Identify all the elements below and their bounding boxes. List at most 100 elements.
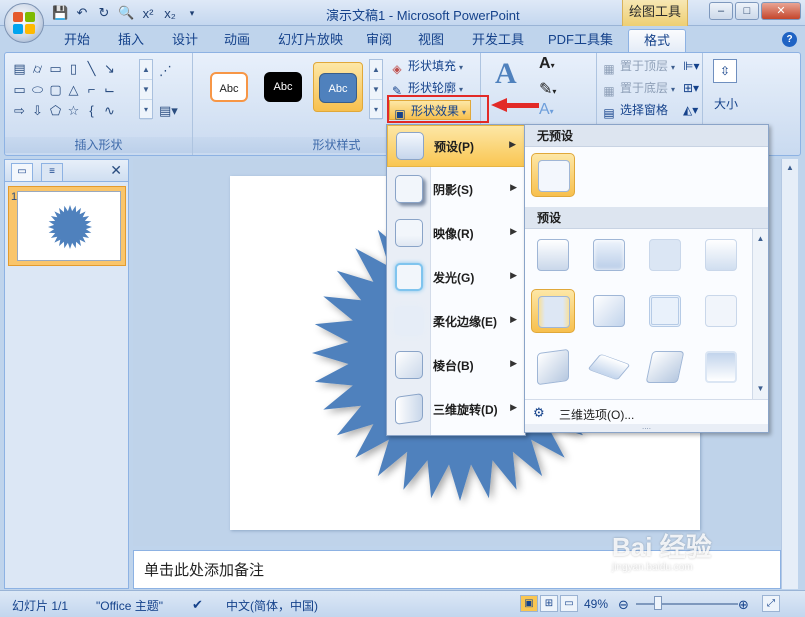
group-icon[interactable]: ⊞▾ — [683, 81, 699, 95]
shapes-scroll[interactable]: ▲ ▼ ▾ — [139, 59, 153, 120]
normal-view-button[interactable]: ▣ — [520, 595, 538, 612]
text-fill-icon[interactable]: A▾ — [539, 55, 555, 73]
star-shape-icon[interactable]: ☆ — [65, 101, 82, 121]
tab-format[interactable]: 格式 — [628, 29, 686, 52]
zoom-out-icon[interactable]: ⊖ — [618, 597, 629, 613]
scroll-down-icon[interactable]: ▼ — [753, 379, 768, 399]
styles-scroll[interactable]: ▲ ▼ ▾ — [369, 59, 383, 120]
style-thumb-blue-selected[interactable]: Abc — [313, 62, 363, 112]
style-thumb-black-fill[interactable]: Abc — [259, 62, 309, 112]
rectangle-shape-icon[interactable]: ▭ — [11, 80, 28, 100]
down-arrow-icon[interactable]: ⇩ — [29, 101, 46, 121]
sorter-view-button[interactable]: ⊞ — [540, 595, 558, 612]
curve-icon[interactable]: ∿ — [101, 101, 118, 121]
preset-option[interactable] — [587, 233, 631, 277]
text-effects-icon[interactable]: A▾ — [539, 101, 554, 119]
preview-icon[interactable]: 🔍 — [118, 5, 134, 21]
subscript-icon[interactable]: x₂ — [162, 6, 178, 21]
bring-to-front-button[interactable]: ▦ 置于顶层 ▾ — [601, 56, 675, 76]
preset-option[interactable] — [643, 289, 687, 333]
tab-view[interactable]: 视图 — [412, 29, 450, 52]
tab-developer[interactable]: 开发工具 — [466, 29, 530, 52]
menu-item-3d-rotation[interactable]: 三维旋转(D) ▶ — [387, 389, 525, 431]
spell-check-icon[interactable]: ✔ — [192, 597, 203, 613]
preset-option[interactable] — [699, 233, 743, 277]
arrow-line-icon[interactable]: ↘ — [101, 59, 118, 79]
wordart-quick-styles-icon[interactable]: A — [495, 57, 517, 91]
preset-option[interactable] — [699, 289, 743, 333]
curved-connector-icon[interactable]: ⌙ — [101, 80, 118, 100]
menu-item-shadow[interactable]: 阴影(S) ▶ — [387, 169, 525, 211]
style-thumb-orange-outline[interactable]: Abc — [205, 62, 255, 112]
resize-grip[interactable]: .... — [525, 423, 768, 432]
elbow-connector-icon[interactable]: ⌐ — [83, 80, 100, 100]
tab-slideshow[interactable]: 幻灯片放映 — [272, 29, 349, 52]
vertical-textbox-icon[interactable]: ▯ — [65, 59, 82, 79]
preset-option[interactable] — [643, 345, 687, 389]
text-outline-icon[interactable]: ✎▾ — [539, 79, 556, 99]
fit-window-button[interactable]: ⤢ — [762, 595, 780, 612]
edit-shape-icon[interactable]: ⋰ — [159, 63, 172, 79]
slide-thumbnail-1[interactable]: 1 — [8, 186, 126, 266]
scroll-track[interactable] — [753, 249, 768, 379]
menu-item-preset[interactable]: 预设(P) ▶ — [387, 125, 525, 167]
rotate-icon[interactable]: ◭▾ — [683, 103, 698, 117]
menu-item-soft-edges[interactable]: 柔化边缘(E) ▶ — [387, 301, 525, 343]
right-arrow-icon[interactable]: ⇨ — [11, 101, 28, 121]
scroll-down-icon[interactable]: ▼ — [140, 80, 152, 100]
preset-option[interactable] — [531, 233, 575, 277]
close-pane-icon[interactable]: ✕ — [110, 162, 122, 179]
shape-fill-button[interactable]: ◈ 形状填充 ▾ — [389, 56, 463, 76]
preset-option[interactable] — [587, 289, 631, 333]
size-label[interactable]: 大小 — [707, 95, 745, 112]
callout-icon[interactable]: ⬠ — [47, 101, 64, 121]
scroll-up-icon[interactable]: ▲ — [140, 60, 152, 80]
minimize-button[interactable]: – — [709, 2, 733, 20]
tab-insert[interactable]: 插入 — [112, 29, 150, 52]
save-icon[interactable]: 💾 — [52, 5, 68, 21]
scroll-down-icon[interactable]: ▼ — [370, 80, 382, 100]
textbox-shape-icon[interactable]: ▤ — [11, 59, 28, 79]
line-shape-icon[interactable]: ╲ — [83, 59, 100, 79]
selection-pane-button[interactable]: ▤ 选择窗格 — [601, 100, 668, 120]
zoom-in-icon[interactable]: ⊕ — [738, 597, 749, 613]
redo-icon[interactable]: ↻ — [96, 5, 112, 21]
scroll-up-icon[interactable]: ▲ — [370, 60, 382, 80]
superscript-icon[interactable]: x² — [140, 6, 156, 21]
menu-item-glow[interactable]: 发光(G) ▶ — [387, 257, 525, 299]
zoom-slider-thumb[interactable] — [654, 596, 662, 610]
zoom-slider[interactable] — [636, 603, 738, 605]
more-icon[interactable]: ▾ — [370, 100, 382, 120]
textbox-insert-icon[interactable]: ▤▾ — [159, 103, 178, 119]
slides-tab-icon[interactable]: ▭ — [11, 163, 33, 181]
scroll-up-icon[interactable]: ▲ — [782, 159, 798, 176]
menu-item-bevel[interactable]: 棱台(B) ▶ — [387, 345, 525, 387]
preset-option[interactable] — [587, 345, 631, 389]
preset-option[interactable] — [531, 289, 575, 333]
tab-design[interactable]: 设计 — [166, 29, 204, 52]
help-icon[interactable]: ? — [782, 32, 797, 47]
office-button[interactable] — [4, 3, 44, 43]
tab-home[interactable]: 开始 — [58, 29, 96, 52]
oval-shape-icon[interactable]: ⬭ — [29, 80, 46, 100]
maximize-button[interactable]: □ — [735, 2, 759, 20]
preset-option[interactable] — [643, 233, 687, 277]
tab-animation[interactable]: 动画 — [218, 29, 256, 52]
textbox-shape-icon[interactable]: ▭ — [47, 59, 64, 79]
tab-review[interactable]: 审阅 — [360, 29, 398, 52]
menu-item-reflection[interactable]: 映像(R) ▶ — [387, 213, 525, 255]
zoom-level[interactable]: 49% — [584, 597, 608, 611]
scroll-up-icon[interactable]: ▲ — [753, 229, 768, 249]
outline-tab-icon[interactable]: ≡ — [41, 163, 63, 181]
send-to-back-button[interactable]: ▦ 置于底层 ▾ — [601, 78, 675, 98]
no-preset-option[interactable] — [531, 153, 575, 197]
more-icon[interactable]: ▾ — [140, 100, 152, 120]
can-shape-icon[interactable]: ⌭ — [29, 59, 46, 79]
brace-icon[interactable]: { — [83, 101, 100, 121]
undo-icon[interactable]: ↶ — [74, 5, 90, 21]
vertical-scrollbar[interactable]: ▲ — [781, 159, 798, 589]
slideshow-view-button[interactable]: ▭ — [560, 595, 578, 612]
preset-scrollbar[interactable]: ▲ ▼ — [752, 229, 768, 399]
align-icon[interactable]: ⊫▾ — [683, 59, 699, 73]
size-icon[interactable]: ⇳ — [713, 59, 737, 83]
